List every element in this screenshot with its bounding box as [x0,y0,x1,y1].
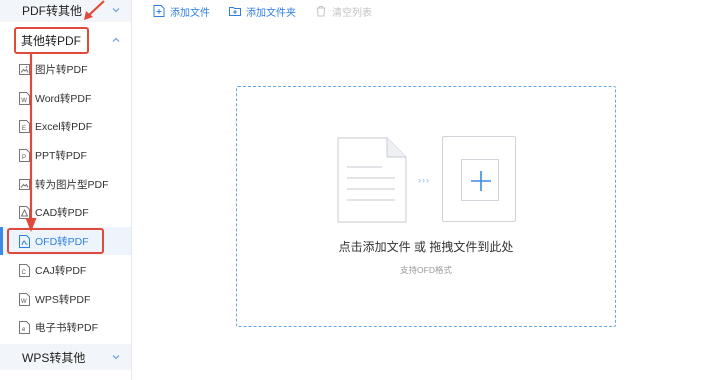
chevron-up-icon [112,37,120,42]
group-pdf-to-other[interactable]: PDF转其他 [0,0,131,22]
sidebar-item-excel-to-pdf[interactable]: E Excel转PDF [0,112,131,140]
add-folder-icon [229,7,241,16]
svg-text:e: e [22,327,26,333]
sidebar: PDF转其他 其他转PDF 图片转PDF W Word转PDF E Excel转… [0,0,132,380]
caj-file-icon: C [19,263,30,277]
chevron-down-icon [112,355,120,360]
supported-format-hint: 支持OFD格式 [400,265,452,275]
add-folder-button[interactable]: 添加文件夹 [229,4,296,19]
sidebar-item-caj-to-pdf[interactable]: C CAJ转PDF [0,256,131,284]
sidebar-item-image-to-pdf[interactable]: 图片转PDF [0,55,131,83]
sidebar-item-cad-to-pdf[interactable]: CAD转PDF [0,198,131,226]
sidebar-item-label: 图片转PDF [35,63,88,76]
drop-zone-instruction: 点击添加文件 或 拖拽文件到此处 [338,240,514,254]
sidebar-item-label: WPS转PDF [35,293,91,306]
document-illustration-icon [337,137,407,223]
annotation-down-arrow-icon [25,54,37,232]
plus-icon [471,171,491,191]
file-drop-zone[interactable]: ››› 点击添加文件 或 拖拽文件到此处 支持OFD格式 [236,86,616,327]
annotation-arrow-icon [84,0,105,20]
sidebar-item-label: Excel转PDF [35,120,93,133]
chevron-down-icon [112,8,120,13]
wps-file-icon: W [19,292,30,306]
group-label: WPS转其他 [22,350,86,365]
chevrons-right-icon: ››› [418,175,430,185]
sidebar-item-ofd-to-pdf[interactable]: OFD转PDF [0,227,131,255]
clear-list-label: 清空列表 [332,7,372,19]
active-indicator [0,227,3,255]
group-wps-to-other[interactable]: WPS转其他 [0,344,131,370]
add-file-button[interactable]: 添加文件 [153,4,210,19]
plus-box [461,159,499,201]
group-label: PDF转其他 [22,3,83,18]
sidebar-item-label: PPT转PDF [35,149,87,162]
svg-text:W: W [21,299,27,305]
sidebar-item-image-type-pdf[interactable]: 转为图片型PDF [0,170,131,198]
group-other-to-pdf[interactable]: 其他转PDF [0,26,131,54]
sidebar-item-wps-to-pdf[interactable]: W WPS转PDF [0,285,131,313]
sidebar-item-ppt-to-pdf[interactable]: P PPT转PDF [0,141,131,169]
svg-text:C: C [22,270,27,276]
sidebar-item-label: CAJ转PDF [35,264,87,277]
toolbar: 添加文件 添加文件夹 清空列表 [133,0,720,22]
sidebar-item-label: Word转PDF [35,92,92,105]
app-window: PDF转其他 其他转PDF 图片转PDF W Word转PDF E Excel转… [0,0,720,380]
sidebar-item-ebook-to-pdf[interactable]: e 电子书转PDF [0,313,131,341]
add-file-icon [153,5,165,17]
trash-icon [316,6,326,17]
add-file-card[interactable] [442,136,516,222]
annotation-highlight-box [7,228,104,254]
group-label-highlight: 其他转PDF [14,26,90,54]
add-file-label: 添加文件 [170,7,210,19]
add-folder-label: 添加文件夹 [246,7,296,19]
sidebar-item-label: 转为图片型PDF [35,178,109,191]
sidebar-item-label: CAD转PDF [35,206,89,219]
ebook-file-icon: e [19,320,30,334]
sidebar-item-word-to-pdf[interactable]: W Word转PDF [0,84,131,112]
sidebar-item-label: 电子书转PDF [35,321,98,334]
clear-list-button[interactable]: 清空列表 [315,4,372,19]
group-label: 其他转PDF [21,33,82,48]
